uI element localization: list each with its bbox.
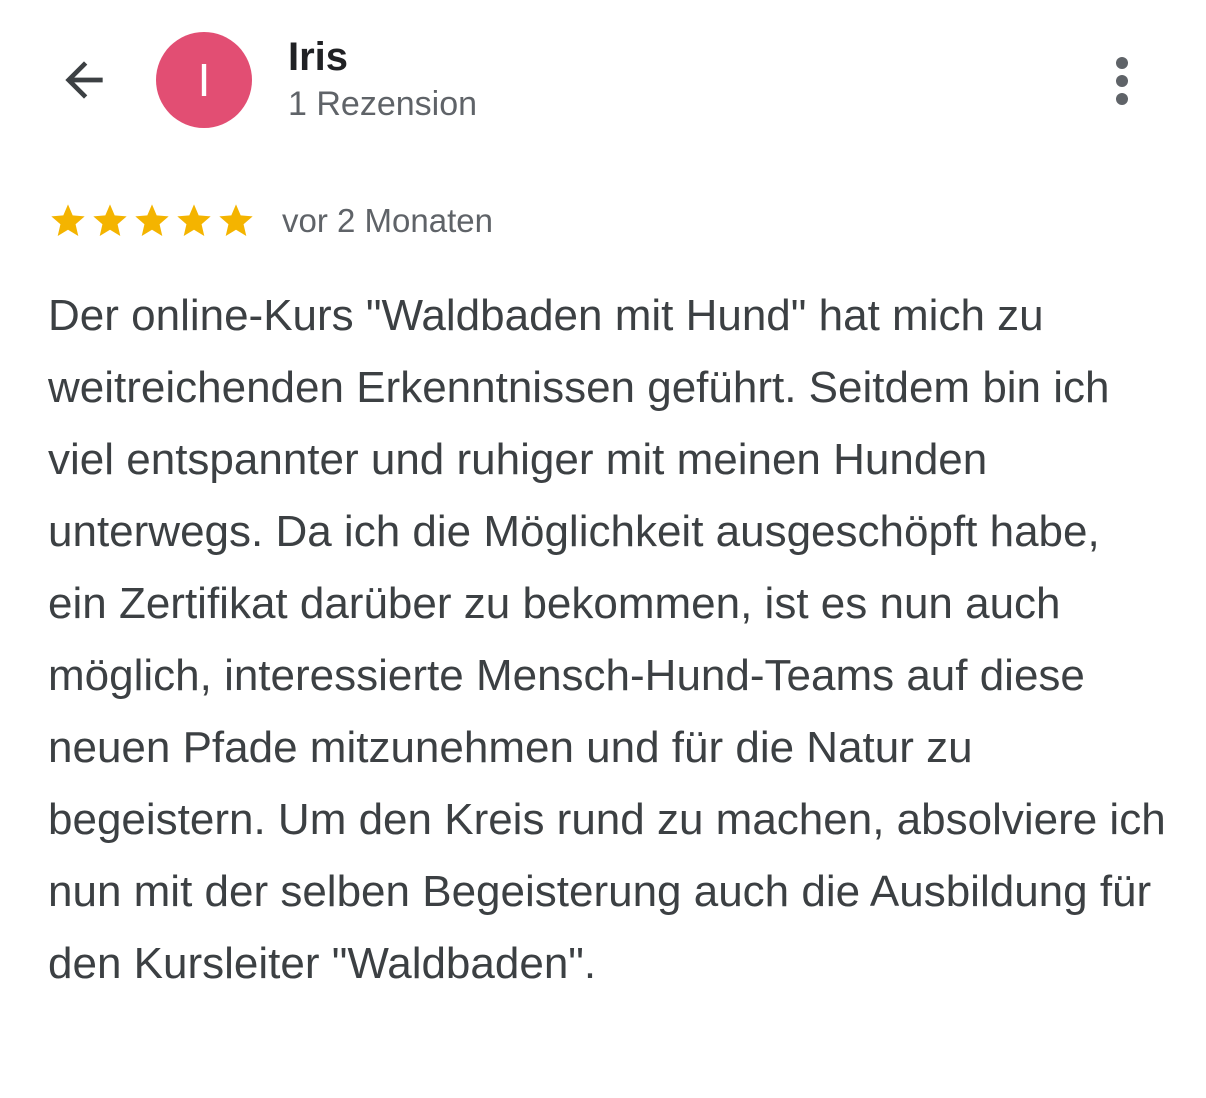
more-options-button[interactable] bbox=[1092, 46, 1152, 116]
reviewer-name[interactable]: Iris bbox=[288, 34, 348, 80]
rating-row: vor 2 Monaten bbox=[48, 198, 493, 244]
review-date: vor 2 Monaten bbox=[282, 202, 493, 239]
review-text: Der online-Kurs "Waldbaden mit Hund" hat… bbox=[48, 291, 1166, 988]
more-vert-icon bbox=[1116, 57, 1128, 69]
avatar[interactable]: I bbox=[156, 32, 252, 128]
star-icon bbox=[93, 204, 127, 236]
arrow-back-icon bbox=[65, 61, 103, 99]
review-header: I Iris 1 Rezension bbox=[0, 0, 1206, 160]
star-rating bbox=[48, 201, 258, 241]
star-icon bbox=[135, 204, 169, 236]
star-icon bbox=[177, 204, 211, 236]
star-icon bbox=[51, 204, 85, 236]
reviewer-review-count: 1 Rezension bbox=[288, 85, 478, 123]
back-button[interactable] bbox=[48, 48, 120, 112]
star-icon bbox=[219, 204, 253, 236]
avatar-letter: I bbox=[197, 54, 211, 106]
